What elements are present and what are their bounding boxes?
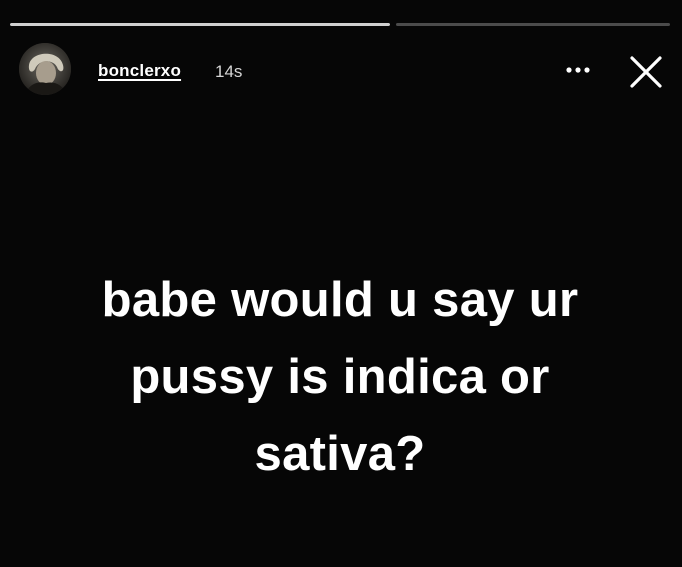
more-options-button[interactable] bbox=[560, 58, 596, 82]
caption-line-3: sativa? bbox=[254, 427, 426, 481]
post-timestamp: 14s bbox=[215, 62, 243, 81]
progress-segment-2 bbox=[396, 23, 670, 26]
caption-line-2: pussy is indica or bbox=[130, 350, 550, 404]
avatar[interactable] bbox=[19, 43, 71, 95]
story-viewer: bonclerxo 14s babe would u say ur pussy … bbox=[0, 0, 682, 567]
avatar-image bbox=[19, 43, 71, 95]
close-button[interactable] bbox=[626, 52, 666, 92]
progress-segment-1-fill bbox=[10, 23, 390, 26]
username-link[interactable]: bonclerxo bbox=[98, 61, 181, 81]
more-horizontal-icon bbox=[566, 67, 590, 73]
progress-segment-1 bbox=[10, 23, 390, 26]
close-icon bbox=[630, 56, 662, 88]
story-progress-bar bbox=[10, 23, 670, 26]
story-caption: babe would u say ur pussy is indica or s… bbox=[20, 262, 660, 493]
caption-line-1: babe would u say ur bbox=[101, 273, 579, 327]
